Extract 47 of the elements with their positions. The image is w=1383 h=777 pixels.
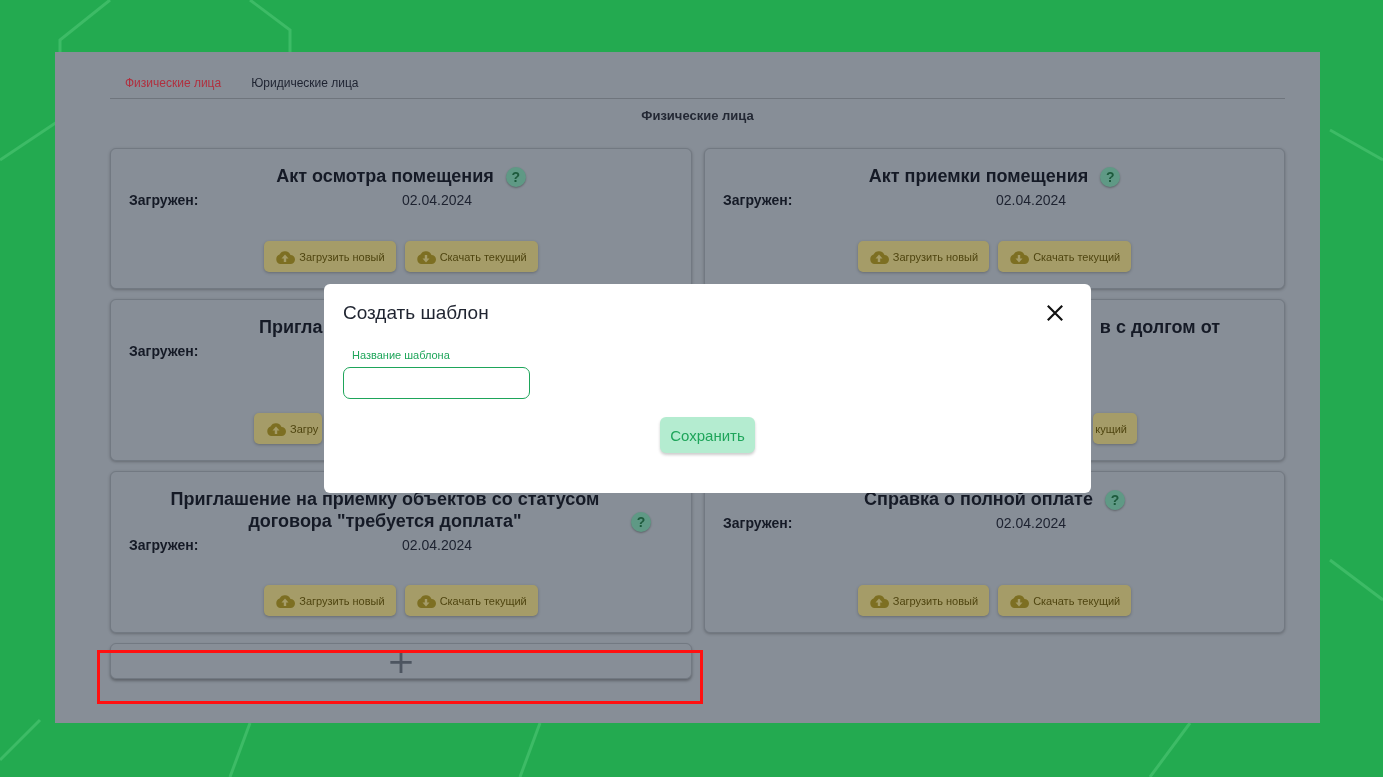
field-label: Название шаблона — [352, 349, 451, 361]
card-title: Справка о полной оплате — [864, 488, 1093, 510]
cloud-upload-icon — [868, 249, 889, 264]
uploaded-label: Загружен: — [723, 515, 793, 531]
upload-date: 02.04.2024 — [402, 192, 473, 208]
uploaded-label: Загружен: — [129, 343, 199, 359]
file-button[interactable]: Скачать текущий — [404, 585, 538, 616]
file-button[interactable]: Скачать текущий — [998, 241, 1132, 272]
cloud-upload-icon — [275, 249, 296, 264]
tab[interactable]: Юридические лица — [251, 76, 359, 98]
section-title: Физические лица — [640, 108, 755, 123]
card-title: в с долгом от — [1099, 316, 1220, 338]
uploaded-label: Загружен: — [723, 192, 793, 208]
card-title: Акт осмотра помещения — [276, 165, 494, 187]
file-button[interactable]: Скачать текущий — [404, 241, 538, 272]
help-badge[interactable]: ? — [1104, 490, 1125, 510]
cloud-upload-icon — [266, 421, 286, 436]
tab[interactable]: Физические лица — [125, 76, 222, 98]
file-button[interactable]: Загрузить новый — [857, 585, 990, 616]
upload-date: 02.04.2024 — [996, 192, 1067, 208]
file-button[interactable]: Загрузить новый — [264, 585, 396, 616]
help-badge[interactable]: ? — [1100, 167, 1121, 187]
cloud-upload-icon — [868, 593, 889, 608]
save-button[interactable]: Сохранить — [660, 417, 755, 453]
file-button[interactable]: Скачать текущий — [998, 585, 1132, 616]
card-title: Приглашение на приемку объектов со статусом договора "требуется доплата" — [169, 488, 601, 532]
file-button[interactable]: Загрузить новый — [264, 241, 396, 272]
card-title: Пригла — [259, 316, 323, 338]
cloud-download-icon — [415, 249, 436, 264]
file-button[interactable]: Загру — [254, 413, 322, 444]
upload-date: 02.04.2024 — [402, 537, 473, 553]
cloud-download-icon — [415, 593, 436, 608]
uploaded-label: Загружен: — [129, 192, 199, 208]
close-icon[interactable] — [1046, 304, 1064, 322]
file-button[interactable]: кущий — [1093, 413, 1137, 444]
cloud-download-icon — [1009, 249, 1030, 264]
cloud-download-icon — [1009, 593, 1030, 608]
card-title: Акт приемки помещения — [868, 165, 1089, 187]
help-badge[interactable]: ? — [631, 512, 651, 532]
help-badge[interactable]: ? — [505, 167, 526, 187]
template-name-field[interactable] — [343, 367, 530, 399]
add-template-button[interactable]: + — [110, 643, 692, 679]
uploaded-label: Загружен: — [129, 537, 199, 553]
modal-title: Создать шаблон — [343, 302, 489, 324]
upload-date: 02.04.2024 — [996, 515, 1067, 531]
file-button[interactable]: Загрузить новый — [857, 241, 990, 272]
cloud-upload-icon — [275, 593, 296, 608]
